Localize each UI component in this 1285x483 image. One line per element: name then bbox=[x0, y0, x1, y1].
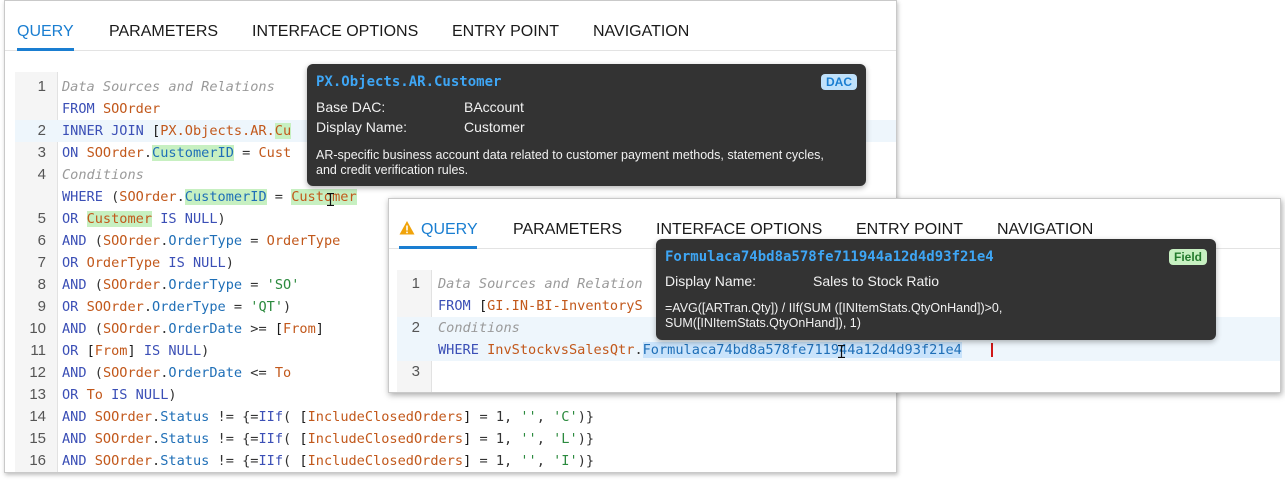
code-text: AND (SOOrder.OrderType = 'SO' bbox=[62, 277, 300, 293]
code-text: OR SOOrder.OrderType = 'QT') bbox=[62, 299, 292, 315]
field-badge: Field bbox=[1168, 249, 1207, 265]
code-text: ON SOOrder.CustomerID = Cust bbox=[62, 145, 292, 161]
active-tab-indicator bbox=[399, 246, 477, 249]
dac-tooltip: PX.Objects.AR.Customer DAC Base DAC: BAcc… bbox=[307, 64, 866, 186]
code-text: Conditions bbox=[438, 320, 520, 336]
code-text: FROM [GI.IN-BI-InventoryS bbox=[438, 298, 643, 314]
line-number: 1 bbox=[37, 78, 46, 95]
line-number: 1 bbox=[411, 275, 420, 292]
tab-parameters[interactable]: PARAMETERS bbox=[513, 220, 622, 240]
text-cursor-icon bbox=[327, 193, 334, 206]
code-text: INNER JOIN [PX.Objects.AR.Cu bbox=[62, 123, 292, 139]
line-number: 3 bbox=[411, 363, 420, 380]
tooltip-description: =AVG([ARTran.Qty]) / IIf(SUM ([INItemSta… bbox=[665, 301, 1003, 330]
tooltip-key: Base DAC: bbox=[316, 99, 386, 115]
tab-bar: QUERY PARAMETERS INTERFACE OPTIONS ENTRY… bbox=[5, 1, 896, 51]
tab-query[interactable]: QUERY bbox=[399, 220, 478, 240]
active-tab-indicator bbox=[17, 48, 74, 51]
line-number: 3 bbox=[37, 144, 46, 161]
field-tooltip: Formulaca74bd8a578fe711944a12d4d93f21e4 … bbox=[656, 239, 1216, 340]
tab-entry-point[interactable]: ENTRY POINT bbox=[452, 22, 559, 42]
tooltip-value: Sales to Stock Ratio bbox=[813, 273, 940, 289]
code-line[interactable]: 15 AND SOOrder.Status != {=IIf( [Include… bbox=[15, 428, 896, 450]
tab-interface-options[interactable]: INTERFACE OPTIONS bbox=[252, 22, 418, 42]
code-text: OR [From] IS NULL) bbox=[62, 343, 210, 359]
code-text: Conditions bbox=[62, 167, 144, 183]
tooltip-value: Customer bbox=[464, 119, 525, 135]
code-text: AND SOOrder.Status != {=IIf( [IncludeClo… bbox=[62, 431, 595, 447]
text-caret bbox=[991, 343, 993, 357]
tab-query-label: QUERY bbox=[421, 221, 478, 238]
line-number: 10 bbox=[29, 320, 46, 337]
code-text: OR To IS NULL) bbox=[62, 387, 177, 403]
line-number: 12 bbox=[29, 364, 46, 381]
line-number: 14 bbox=[29, 408, 46, 425]
tab-interface-options[interactable]: INTERFACE OPTIONS bbox=[656, 220, 822, 240]
code-text: Data Sources and Relations bbox=[62, 79, 275, 95]
line-number: 4 bbox=[37, 166, 46, 183]
tooltip-row: Display Name: Sales to Stock Ratio bbox=[665, 272, 939, 290]
line-number: 5 bbox=[37, 210, 46, 227]
code-text: AND (SOOrder.OrderDate <= To bbox=[62, 365, 292, 381]
tooltip-row: Base DAC: BAccount bbox=[316, 98, 524, 116]
tooltip-key: Display Name: bbox=[316, 119, 408, 135]
code-text: WHERE InvStockvsSalesQtr.Formulaca74bd8a… bbox=[438, 342, 962, 358]
warning-icon bbox=[399, 221, 415, 235]
tab-navigation[interactable]: NAVIGATION bbox=[593, 22, 689, 42]
dac-badge: DAC bbox=[821, 74, 857, 90]
text-cursor-icon bbox=[838, 345, 845, 358]
line-number: 13 bbox=[29, 386, 46, 403]
tooltip-row: Display Name: Customer bbox=[316, 118, 525, 136]
code-line[interactable]: 14 AND SOOrder.Status != {=IIf( [Include… bbox=[15, 406, 896, 428]
line-number: 6 bbox=[37, 232, 46, 249]
code-text: FROM SOOrder bbox=[62, 101, 161, 117]
code-text: OR Customer IS NULL) bbox=[62, 211, 226, 227]
code-text: AND (SOOrder.OrderType = OrderType bbox=[62, 233, 341, 249]
code-line[interactable]: 16 AND SOOrder.Status != {=IIf( [Include… bbox=[15, 450, 896, 472]
line-number: 16 bbox=[29, 452, 46, 469]
code-text: AND (SOOrder.OrderDate >= [From] bbox=[62, 321, 324, 337]
tooltip-title: Formulaca74bd8a578fe711944a12d4d93f21e4 bbox=[665, 249, 994, 265]
code-text: AND SOOrder.Status != {=IIf( [IncludeClo… bbox=[62, 453, 595, 469]
line-number: 8 bbox=[37, 276, 46, 293]
line-number: 7 bbox=[37, 254, 46, 271]
tab-query[interactable]: QUERY bbox=[17, 22, 74, 42]
tab-parameters[interactable]: PARAMETERS bbox=[109, 22, 218, 42]
line-number: 11 bbox=[30, 342, 46, 359]
tab-navigation[interactable]: NAVIGATION bbox=[997, 220, 1093, 240]
code-line[interactable]: 3 bbox=[397, 361, 1280, 383]
line-number: 2 bbox=[411, 319, 420, 336]
line-number: 15 bbox=[29, 430, 46, 447]
code-text: WHERE (SOOrder.CustomerID = Customer bbox=[62, 189, 357, 205]
tooltip-description: AR-specific business account data relate… bbox=[316, 148, 824, 177]
tooltip-key: Display Name: bbox=[665, 273, 757, 289]
line-number: 9 bbox=[37, 298, 46, 315]
code-text: Data Sources and Relation bbox=[438, 276, 643, 292]
code-text: OR OrderType IS NULL) bbox=[62, 255, 234, 271]
tab-entry-point[interactable]: ENTRY POINT bbox=[856, 220, 963, 240]
code-text: AND SOOrder.Status != {=IIf( [IncludeClo… bbox=[62, 409, 595, 425]
tooltip-title: PX.Objects.AR.Customer bbox=[316, 74, 502, 90]
line-number: 2 bbox=[37, 122, 46, 139]
tooltip-value: BAccount bbox=[464, 99, 524, 115]
